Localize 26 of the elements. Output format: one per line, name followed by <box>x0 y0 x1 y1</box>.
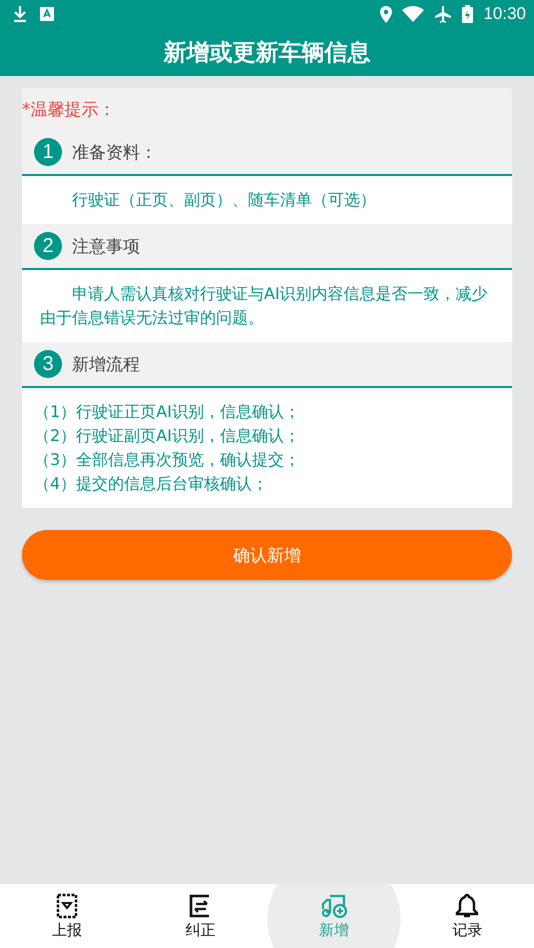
section-title: 注意事项 <box>72 236 140 258</box>
step-item: （4）提交的信息后台审核确认； <box>34 473 270 495</box>
nav-tab[interactable]: 上报 <box>0 884 134 948</box>
location-icon <box>380 6 392 22</box>
tip-label: *温馨提示： <box>22 99 116 122</box>
airplane-icon <box>434 5 452 23</box>
status-time: 10:30 <box>483 4 526 24</box>
step-item: （3）全部信息再次预览，确认提交； <box>34 449 302 471</box>
download-icon <box>12 5 28 23</box>
battery-icon <box>462 5 474 23</box>
section-text: 申请人需认真核对行驶证与AI识别内容信息是否一致，减少由于信息错误无法过审的问题。 <box>40 283 489 329</box>
page-title: 新增或更新车辆信息 <box>164 38 370 68</box>
text-app-icon <box>40 7 54 21</box>
section-title: 新增流程 <box>72 354 140 376</box>
nav-tab[interactable]: 记录 <box>400 884 534 948</box>
bell-icon <box>454 892 480 918</box>
wifi-icon <box>402 6 424 22</box>
truck-add-icon <box>320 892 348 918</box>
step-item: （1）行驶证正页AI识别，信息确认； <box>34 401 301 423</box>
nav-tab[interactable]: 纠正 <box>134 884 267 948</box>
step-item: （2）行驶证副页AI识别，信息确认； <box>34 425 301 447</box>
step-number: 2 <box>34 232 62 260</box>
step-number: 1 <box>34 138 62 166</box>
step-number: 3 <box>34 350 62 378</box>
section-title: 准备资料： <box>72 142 157 164</box>
section-text: 行驶证（正页、副页）、随车清单（可选） <box>71 189 377 211</box>
